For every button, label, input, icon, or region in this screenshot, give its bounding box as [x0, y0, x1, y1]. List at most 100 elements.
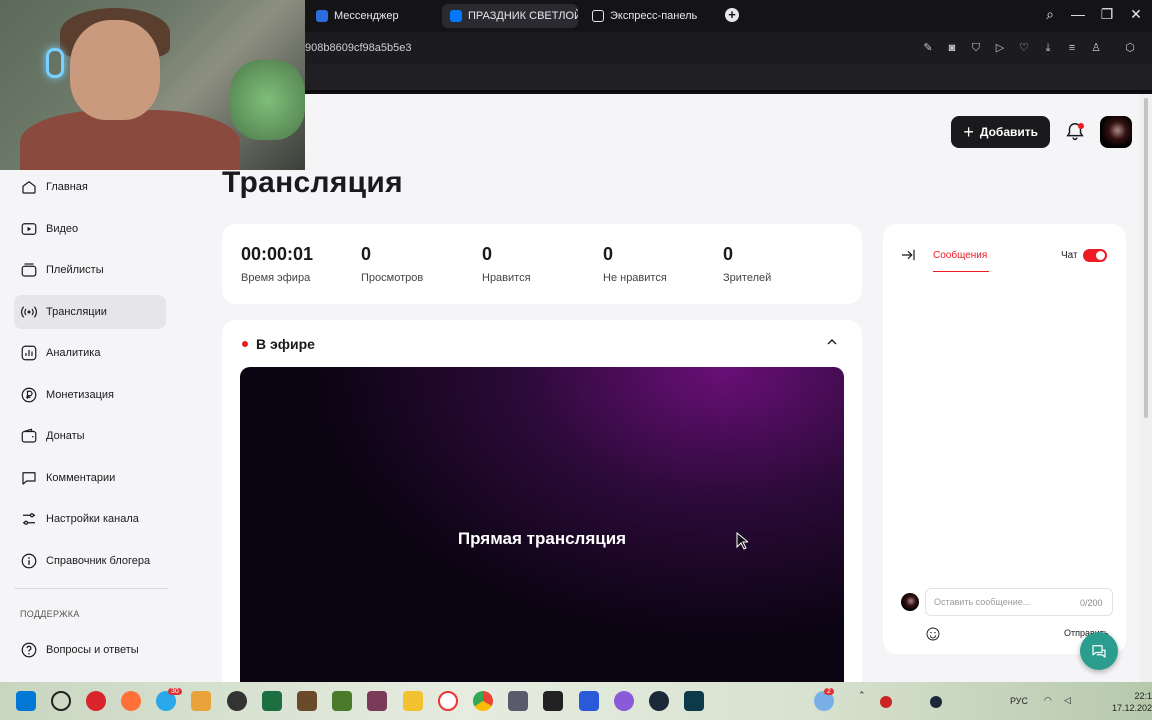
windows-taskbar: 30 2 ⌃ РУС ◠ ◁ 22:13 17.12.2025 [0, 682, 1152, 720]
edit-icon[interactable]: ✎ [921, 41, 935, 55]
sidebar-item-label: Монетизация [46, 388, 114, 401]
support-chat-button[interactable] [1080, 632, 1118, 670]
sidebar-item-faq[interactable]: Вопросы и ответы [14, 633, 166, 667]
folder-icon[interactable] [191, 691, 211, 711]
stat-viewers: 0 Зрителей [723, 244, 771, 284]
system-clock[interactable]: 22:13 17.12.2025 [1112, 690, 1152, 714]
minimize-icon[interactable]: — [1068, 6, 1088, 22]
messenger-icon [316, 10, 328, 22]
notifications-bell-icon[interactable] [1064, 121, 1086, 143]
shield-icon[interactable]: ⛉ [969, 41, 983, 55]
sidebar: Главная Видео Плейлисты Трансляции Анали… [0, 170, 180, 674]
scrollbar-thumb[interactable] [1144, 98, 1148, 418]
maximize-icon[interactable]: ❐ [1097, 6, 1117, 23]
menu-icon[interactable]: ≡ [1065, 41, 1079, 55]
heart-icon[interactable]: ♡ [1017, 41, 1031, 55]
profile-icon[interactable]: ♙ [1089, 41, 1103, 55]
tray-chevron-icon[interactable]: ⌃ [858, 690, 866, 701]
tab-label: Мессенджер [334, 10, 399, 22]
excel-icon[interactable] [262, 691, 282, 711]
sidebar-item-video[interactable]: Видео [14, 212, 166, 246]
vk-icon [450, 10, 462, 22]
search-icon[interactable]: ⌕ [1040, 6, 1060, 23]
support-section-title: ПОДДЕРЖКА [20, 608, 80, 619]
stat-label: Не нравится [603, 272, 667, 284]
page-scrollbar[interactable] [1140, 94, 1152, 682]
top-actions: + Добавить [951, 116, 1132, 148]
live-header: В эфире [242, 336, 315, 352]
sidebar-item-comments[interactable]: Комментарии [14, 461, 166, 495]
sidebar-item-label: Видео [46, 222, 79, 235]
opera-icon[interactable] [86, 691, 106, 711]
stat-airtime: 00:00:01 Время эфира [241, 244, 313, 284]
app-icon[interactable] [508, 691, 528, 711]
webcam-overlay [0, 0, 305, 170]
firefox-icon[interactable] [121, 691, 141, 711]
notification-dot [1078, 123, 1084, 129]
tab-vk[interactable]: ПРАЗДНИК СВЕТЛОЙ ПА [442, 4, 578, 28]
add-button[interactable]: + Добавить [951, 116, 1050, 148]
tray-language[interactable]: РУС [1010, 696, 1028, 706]
play-icon[interactable]: ▷ [993, 41, 1007, 55]
windows-start-icon[interactable] [16, 691, 36, 711]
extension-icon[interactable]: ⬡ [1123, 41, 1137, 55]
mouse-cursor-icon [736, 532, 748, 550]
video-player[interactable]: Прямая трансляция [240, 367, 844, 682]
sidebar-item-donations[interactable]: Донаты [14, 419, 166, 453]
yandex-browser-icon[interactable] [438, 691, 458, 711]
emoji-icon[interactable] [925, 626, 941, 642]
sidebar-item-label: Донаты [46, 430, 85, 442]
tab-express-panel[interactable]: Экспресс-панель [584, 4, 712, 28]
app-icon[interactable] [403, 691, 423, 711]
sidebar-item-analytics[interactable]: Аналитика [14, 336, 166, 370]
steam-icon[interactable] [649, 691, 669, 711]
volume-icon[interactable]: ◁ [1064, 695, 1071, 706]
yandex-icon[interactable] [579, 691, 599, 711]
stat-value: 00:00:01 [241, 244, 314, 264]
sidebar-item-blogger-guide[interactable]: Справочник блогера [14, 544, 166, 578]
url-field[interactable]: 908b8609cf98a5b5e3 [305, 42, 411, 54]
tab-messages[interactable]: Сообщения [933, 250, 987, 261]
chrome-icon[interactable] [473, 691, 493, 711]
new-tab-button[interactable]: + [725, 8, 739, 22]
char-counter: 0/200 [1080, 598, 1103, 608]
sidebar-item-playlists[interactable]: Плейлисты [14, 253, 166, 287]
collapse-panel-icon[interactable] [899, 246, 917, 264]
game-icon[interactable] [332, 691, 352, 711]
sidebar-item-channel-settings[interactable]: Настройки канала [14, 502, 166, 536]
monetization-icon [21, 387, 37, 402]
minecraft-icon[interactable] [297, 691, 317, 711]
chat-panel: Сообщения Чат 0/200 Отправить [883, 224, 1126, 654]
app-icon[interactable] [684, 691, 704, 711]
stat-label: Просмотров [361, 272, 424, 284]
app-icon[interactable] [543, 691, 563, 711]
obs-icon[interactable] [227, 691, 247, 711]
search-icon[interactable] [51, 691, 71, 711]
close-icon[interactable]: ✕ [1126, 6, 1146, 23]
tray-app-icon[interactable] [880, 696, 892, 708]
user-avatar[interactable] [1100, 116, 1132, 148]
wifi-icon[interactable]: ◠ [1044, 695, 1052, 706]
tab-messenger[interactable]: Мессенджер [308, 4, 436, 28]
support-chat-icon [1092, 645, 1106, 658]
chat-toggle[interactable] [1083, 249, 1107, 262]
sidebar-item-home[interactable]: Главная [14, 170, 166, 204]
tray-steam-icon[interactable] [930, 696, 942, 708]
clock-time: 22:13 [1134, 691, 1152, 701]
sidebar-item-broadcasts[interactable]: Трансляции [14, 294, 166, 329]
download-icon[interactable]: ⤓ [1041, 41, 1055, 55]
stat-label: Время эфира [241, 272, 311, 284]
sidebar-item-monetization[interactable]: Монетизация [14, 378, 166, 412]
tab-label: Экспресс-панель [610, 10, 698, 22]
live-heading: В эфире [256, 336, 315, 352]
app-icon[interactable] [367, 691, 387, 711]
stats-card: 00:00:01 Время эфира 0 Просмотров 0 Нрав… [222, 224, 862, 304]
video-icon [21, 222, 37, 235]
playlist-icon [21, 263, 37, 277]
camera-icon[interactable]: ◙ [945, 41, 959, 55]
gamepad-icon[interactable] [614, 691, 634, 711]
chevron-up-icon[interactable] [824, 334, 840, 350]
info-icon [21, 553, 37, 568]
player-title: Прямая трансляция [457, 529, 627, 548]
live-indicator-dot [242, 341, 248, 347]
